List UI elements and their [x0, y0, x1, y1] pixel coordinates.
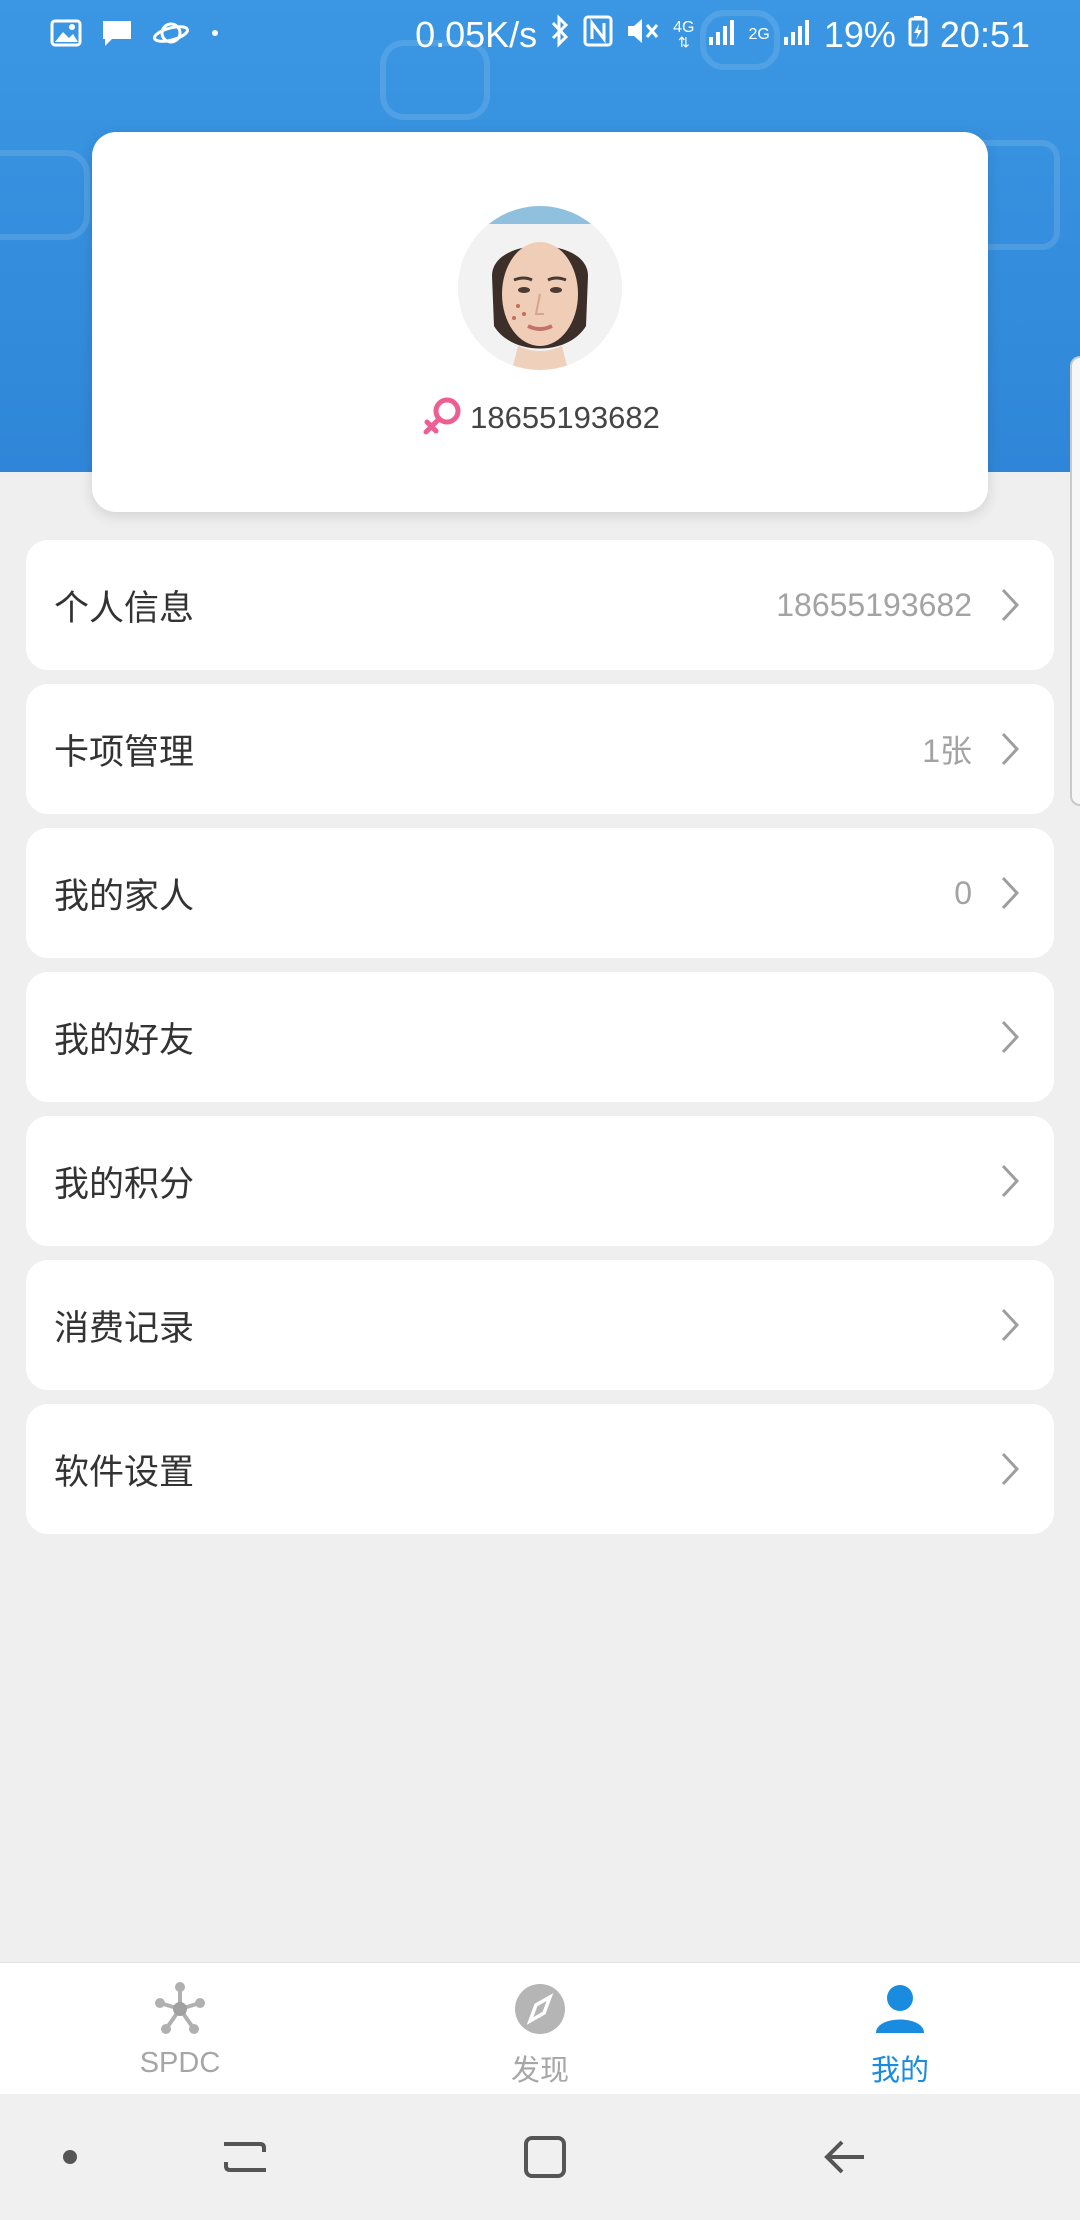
edge-panel-handle[interactable] [1070, 356, 1080, 806]
chevron-right-icon [990, 1449, 1030, 1489]
menu-item-consumption-records[interactable]: 消费记录 [26, 1260, 1054, 1390]
mute-icon [625, 14, 661, 56]
menu-item-label: 我的家人 [54, 876, 195, 917]
network-4g-label: 4G [673, 19, 695, 36]
network-2g-label: 2G [748, 26, 770, 43]
bluetooth-icon [549, 13, 571, 57]
nav-dot-icon[interactable] [50, 2094, 90, 2220]
chevron-right-icon [990, 1161, 1030, 1201]
menu-item-label: 卡项管理 [54, 732, 195, 773]
menu-item-my-family[interactable]: 我的家人 0 [26, 828, 1054, 958]
home-icon[interactable] [510, 2094, 580, 2220]
battery-percent: 19% [823, 14, 896, 55]
tab-spdc[interactable]: SPDC [0, 1963, 360, 2094]
tab-discover[interactable]: 发现 [360, 1963, 720, 2094]
message-icon [100, 18, 134, 53]
chevron-right-icon [990, 729, 1030, 769]
menu-item-personal-info[interactable]: 个人信息 18655193682 [26, 540, 1054, 670]
clock: 20:51 [939, 14, 1030, 55]
back-icon[interactable] [810, 2094, 880, 2220]
female-icon [420, 394, 464, 442]
status-bar: 0.05K/s 4G ⇅ 2G 19% 20:51 [0, 0, 1080, 70]
network-icon [152, 1981, 208, 2041]
profile-phone: 18655193682 [470, 400, 660, 435]
menu-list: 个人信息 18655193682 卡项管理 1张 我的家人 0 我的好友 我的积… [26, 540, 1054, 1548]
tab-mine[interactable]: 我的 [720, 1963, 1080, 2094]
planet-icon [152, 18, 190, 53]
system-navigation-bar [0, 2094, 1080, 2220]
nfc-icon [583, 14, 613, 56]
menu-item-label: 个人信息 [54, 588, 195, 629]
avatar[interactable] [458, 206, 622, 370]
tab-label: 我的 [870, 2053, 929, 2087]
signal-icon [782, 14, 812, 56]
profile-info: 18655193682 [92, 394, 988, 442]
tab-label: SPDC [139, 2047, 221, 2079]
chevron-right-icon [990, 585, 1030, 625]
compass-icon [512, 1981, 568, 2041]
tab-label: 发现 [510, 2053, 569, 2087]
menu-item-label: 消费记录 [54, 1308, 195, 1349]
menu-item-my-points[interactable]: 我的积分 [26, 1116, 1054, 1246]
menu-item-my-friends[interactable]: 我的好友 [26, 972, 1054, 1102]
menu-item-label: 我的积分 [54, 1164, 195, 1205]
recent-apps-icon[interactable] [210, 2094, 280, 2220]
dot-icon [208, 26, 222, 45]
menu-item-value: 0 [954, 874, 972, 911]
net-speed: 0.05K/s [415, 14, 538, 55]
menu-item-value: 1张 [922, 733, 972, 769]
signal-icon [707, 14, 737, 56]
menu-item-label: 我的好友 [54, 1020, 195, 1061]
battery-icon [908, 14, 928, 56]
bottom-nav: SPDC 发现 我的 [0, 1962, 1080, 2094]
menu-item-value: 18655193682 [776, 586, 972, 623]
chevron-right-icon [990, 1305, 1030, 1345]
chevron-right-icon [990, 1017, 1030, 1057]
chevron-right-icon [990, 873, 1030, 913]
user-icon [872, 1981, 928, 2041]
menu-item-label: 软件设置 [54, 1452, 195, 1493]
menu-item-card-management[interactable]: 卡项管理 1张 [26, 684, 1054, 814]
profile-card: 18655193682 [92, 132, 988, 512]
gallery-icon [50, 18, 82, 53]
menu-item-software-settings[interactable]: 软件设置 [26, 1404, 1054, 1534]
